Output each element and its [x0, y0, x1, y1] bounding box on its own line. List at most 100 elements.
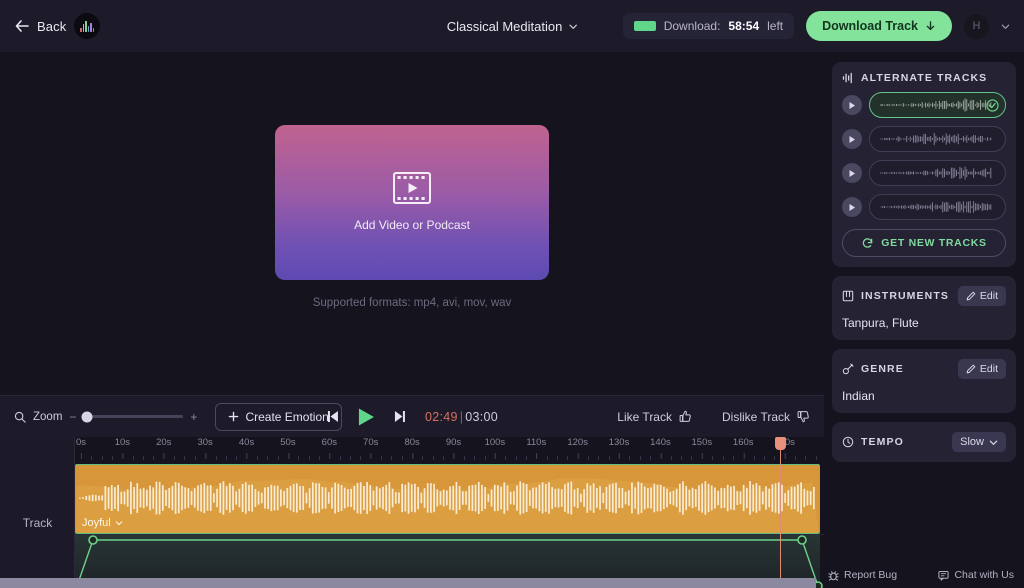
- waveform-bar: [930, 136, 932, 142]
- zoom-in-label[interactable]: +: [190, 410, 197, 424]
- waveform-bar: [784, 493, 786, 503]
- audio-clip[interactable]: Joyful: [75, 464, 820, 534]
- alternate-track-play-button[interactable]: [842, 95, 862, 115]
- clip-emotion-dropdown[interactable]: Joyful: [82, 517, 123, 529]
- alternate-track-3[interactable]: [869, 160, 1006, 186]
- waveform-bar: [933, 132, 935, 146]
- waveform-bar: [911, 138, 913, 140]
- waveform-bar: [85, 495, 88, 501]
- zoom-slider[interactable]: [81, 411, 184, 422]
- back-button[interactable]: Back: [14, 18, 66, 34]
- alternate-track-play-button[interactable]: [842, 129, 862, 149]
- waveform-bar: [932, 102, 933, 108]
- dislike-track-button[interactable]: Dislike Track: [722, 410, 810, 424]
- waveform-bar: [950, 204, 952, 210]
- waveform-bar: [311, 482, 314, 514]
- waveform-bar: [914, 172, 916, 174]
- ruler-tick: 40s: [239, 437, 254, 459]
- waveform-bar: [608, 484, 611, 512]
- waveform-bar: [971, 205, 973, 209]
- waveform-bar: [417, 486, 419, 510]
- chat-link[interactable]: Chat with Us: [938, 562, 1014, 588]
- playhead-handle[interactable]: [775, 437, 787, 450]
- horizontal-scrollbar[interactable]: [0, 578, 816, 588]
- ruler-minor-tick: [184, 456, 186, 460]
- pencil-icon: [966, 291, 976, 301]
- ruler-minor-tick: [608, 456, 610, 460]
- check-circle-icon: [986, 98, 999, 112]
- timeline[interactable]: 0s 10s 20s 30s 40s 50s 60s 70s 80s 90s 100s 110s 120…: [0, 437, 824, 588]
- like-track-button[interactable]: Like Track: [617, 410, 692, 424]
- time-display: 02:49 | 03:00: [425, 410, 498, 424]
- waveform-bar: [974, 171, 976, 175]
- download-track-button[interactable]: Download Track: [806, 11, 952, 41]
- waveform-bar: [465, 491, 467, 505]
- zoom-out-label[interactable]: −: [69, 410, 76, 424]
- waveform-bar: [978, 136, 980, 142]
- waveform-bar: [973, 100, 975, 110]
- account-chevron-down-icon[interactable]: [1001, 22, 1010, 31]
- ruler-minor-tick: [794, 456, 796, 460]
- volume-point-fade-out[interactable]: [797, 535, 807, 545]
- waveform-bar: [299, 486, 301, 510]
- waveform-bar: [981, 203, 983, 211]
- avatar-initials: H: [972, 20, 981, 32]
- waveform-bar: [899, 137, 901, 141]
- waveform-bar: [930, 204, 932, 210]
- play-button[interactable]: [357, 407, 376, 427]
- waveform-bar: [82, 497, 84, 499]
- waveform-bar: [656, 484, 659, 512]
- alternate-track-1[interactable]: [869, 92, 1006, 118]
- waveform-bar: [882, 104, 884, 106]
- waveform-bar: [944, 202, 945, 212]
- add-video-dropzone[interactable]: Add Video or Podcast: [275, 124, 549, 280]
- waveform-bar: [896, 172, 897, 174]
- zoom-slider-handle[interactable]: [81, 411, 93, 422]
- ruler-minor-tick: [422, 456, 424, 460]
- waveform-bar: [426, 483, 429, 513]
- report-bug-link[interactable]: Report Bug: [828, 562, 897, 588]
- skip-back-button[interactable]: [326, 409, 343, 424]
- edit-instruments-button[interactable]: Edit: [957, 286, 1006, 306]
- waveform-bar: [439, 491, 442, 505]
- skip-forward-button[interactable]: [390, 409, 407, 424]
- waveform-bar: [918, 136, 920, 142]
- waveform-bar: [926, 171, 928, 175]
- volume-point-fade-in[interactable]: [88, 535, 98, 545]
- playhead[interactable]: [775, 437, 787, 588]
- waveform-bar: [752, 484, 755, 512]
- alternate-track-play-button[interactable]: [842, 197, 862, 217]
- waveform-bar: [525, 484, 528, 512]
- waveform-bar: [372, 490, 375, 506]
- alternate-track-4[interactable]: [869, 194, 1006, 220]
- waveform-bar: [918, 204, 920, 210]
- waveform-bar: [455, 481, 458, 514]
- waveform-bar: [78, 497, 81, 499]
- alternate-track-2[interactable]: [869, 126, 1006, 152]
- waveform-bar: [976, 101, 978, 109]
- waveform-bar: [181, 485, 183, 511]
- timeline-ruler[interactable]: 0s 10s 20s 30s 40s 50s 60s 70s 80s 90s 100s 110s 120…: [75, 437, 824, 464]
- ruler-tick: 140s: [650, 437, 671, 459]
- alternate-track-play-button[interactable]: [842, 163, 862, 183]
- tempo-dropdown[interactable]: Slow: [952, 432, 1006, 452]
- waveform-bar: [650, 487, 652, 509]
- app-logo[interactable]: [74, 13, 101, 39]
- alternate-track-row: [842, 126, 1006, 152]
- get-new-tracks-button[interactable]: GET NEW TRACKS: [842, 229, 1006, 257]
- waveform-bar: [909, 171, 911, 175]
- right-sidebar: ALTERNATE TRACKS GET NEW TRACKS INSTRUME…: [824, 52, 1024, 588]
- project-title-dropdown[interactable]: Classical Meditation: [447, 19, 578, 34]
- ruler-minor-tick: [174, 456, 176, 460]
- edit-genre-button[interactable]: Edit: [957, 359, 1006, 379]
- waveform-bar: [739, 491, 742, 505]
- create-emotion-button[interactable]: Create Emotion: [215, 402, 342, 431]
- guitar-icon: [842, 363, 854, 375]
- waveform-bar: [908, 171, 909, 175]
- avatar[interactable]: H: [964, 13, 989, 39]
- skip-forward-icon: [394, 411, 405, 422]
- waveform-bar: [928, 172, 930, 174]
- waveform-bar: [880, 104, 882, 106]
- waveform-bar: [548, 482, 550, 514]
- waveform-bar: [926, 103, 928, 107]
